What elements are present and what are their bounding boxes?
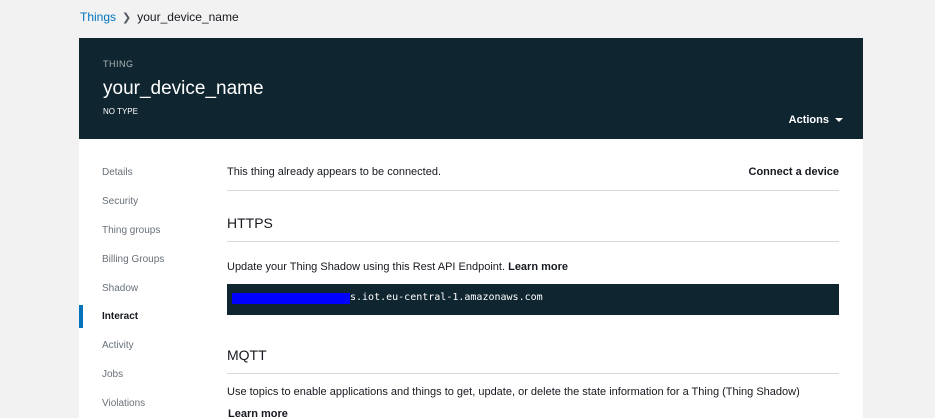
connect-device-link[interactable]: Connect a device xyxy=(749,166,839,178)
mqtt-section-title: MQTT xyxy=(227,347,267,363)
breadcrumb-things-link[interactable]: Things xyxy=(80,10,116,24)
https-section-title: HTTPS xyxy=(227,215,273,231)
sidebar-item-jobs[interactable]: Jobs xyxy=(102,369,123,380)
rest-endpoint-box[interactable]: s.iot.eu-central-1.amazonaws.com xyxy=(227,284,839,315)
sidebar-item-details[interactable]: Details xyxy=(102,167,133,178)
breadcrumb-current: your_device_name xyxy=(137,10,239,24)
sidebar-item-violations[interactable]: Violations xyxy=(102,398,145,409)
page-title: your_device_name xyxy=(103,78,264,99)
sidebar-item-activity[interactable]: Activity xyxy=(102,340,134,351)
breadcrumb: Things ❯ your_device_name xyxy=(80,10,239,24)
active-indicator xyxy=(79,305,83,328)
endpoint-text: s.iot.eu-central-1.amazonaws.com xyxy=(350,292,543,303)
actions-dropdown-button[interactable]: Actions xyxy=(789,114,843,126)
divider xyxy=(227,373,839,374)
thing-type-label: NO TYPE xyxy=(103,107,138,116)
https-description: Update your Thing Shadow using this Rest… xyxy=(227,261,568,273)
divider xyxy=(227,190,839,191)
interact-content: This thing already appears to be connect… xyxy=(227,139,839,418)
mqtt-learn-more-link[interactable]: Learn more xyxy=(228,408,288,418)
connection-status-text: This thing already appears to be connect… xyxy=(227,166,442,178)
main-panel: Details Security Thing groups Billing Gr… xyxy=(79,139,863,418)
sidebar-item-thing-groups[interactable]: Thing groups xyxy=(102,225,160,236)
divider xyxy=(227,241,839,242)
thing-kind-label: THING xyxy=(103,59,134,69)
thing-header: THING your_device_name NO TYPE Actions xyxy=(79,38,863,139)
sidebar-item-security[interactable]: Security xyxy=(102,196,138,207)
sidebar-item-shadow[interactable]: Shadow xyxy=(102,283,138,294)
mqtt-description: Use topics to enable applications and th… xyxy=(227,386,800,398)
https-learn-more-link[interactable]: Learn more xyxy=(508,261,568,273)
sidebar-item-billing-groups[interactable]: Billing Groups xyxy=(102,254,164,265)
chevron-right-icon: ❯ xyxy=(122,11,132,24)
https-description-text: Update your Thing Shadow using this Rest… xyxy=(227,261,506,273)
actions-label: Actions xyxy=(788,114,829,126)
connection-status-row: This thing already appears to be connect… xyxy=(227,166,839,178)
redaction-block xyxy=(232,293,350,304)
sidebar-nav: Details Security Thing groups Billing Gr… xyxy=(79,139,219,418)
sidebar-item-interact[interactable]: Interact xyxy=(102,311,138,322)
caret-down-icon xyxy=(835,118,843,122)
